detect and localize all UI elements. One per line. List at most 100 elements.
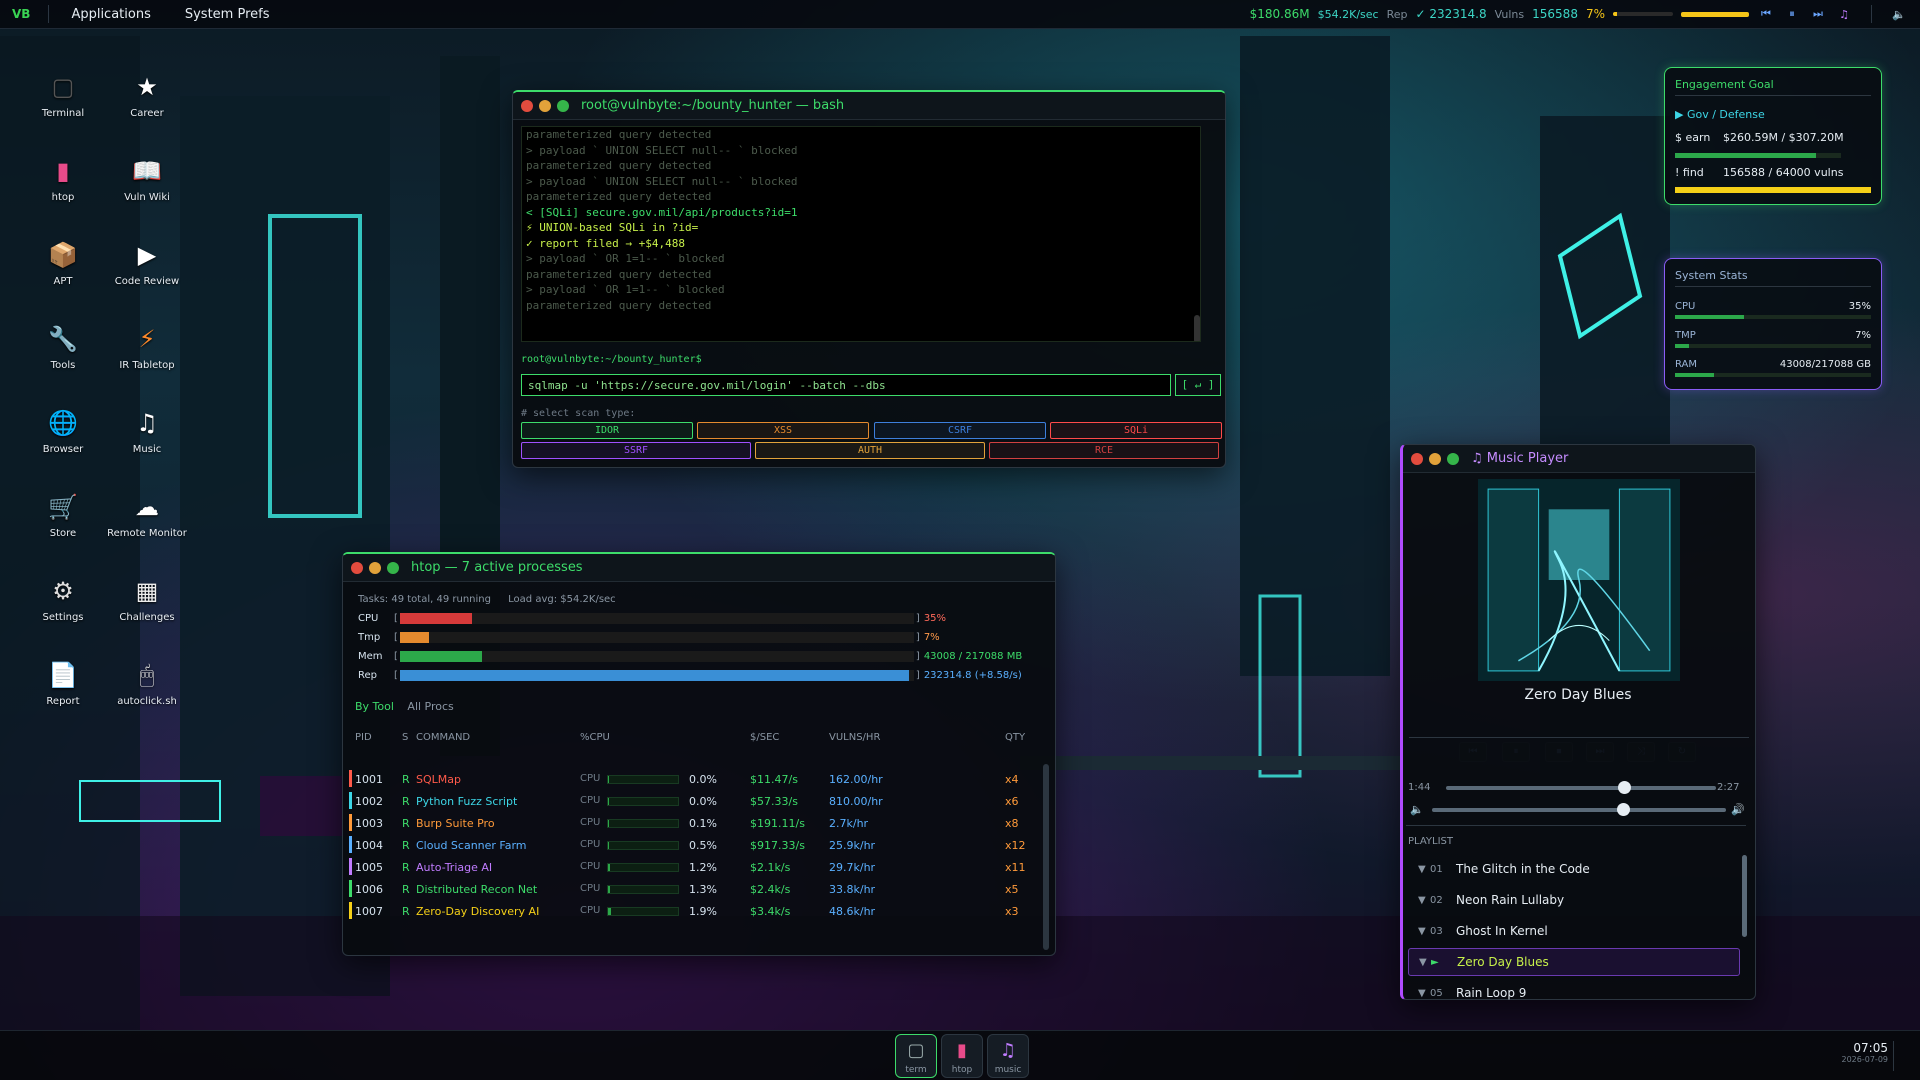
playlist-item[interactable]: ▼ 05 Rain Loop 9 <box>1408 979 1740 1007</box>
desktop-icon-terminal[interactable]: ▢ Terminal <box>23 70 103 119</box>
next-track-icon[interactable]: ⏭ <box>1809 6 1827 22</box>
cpu-fill <box>608 842 610 849</box>
pause-icon[interactable]: ⏸ <box>1783 6 1801 22</box>
scan-type-sqli-button[interactable]: SQLi <box>1050 422 1222 439</box>
desktop-icon-store[interactable]: 🛒 Store <box>23 490 103 539</box>
table-row[interactable]: 1001 R SQLMap CPU 0.0% $11.47/s 162.00/hr x4 <box>349 768 1043 790</box>
mouse-icon: 🖱 <box>139 661 155 689</box>
desktop-icon-htop[interactable]: ▮ htop <box>23 154 103 203</box>
desktop-icon-code-review[interactable]: ▶ Code Review <box>107 238 187 287</box>
desktop-icon-tools[interactable]: 🔧 Tools <box>23 322 103 371</box>
col-command[interactable]: COMMAND <box>416 732 470 743</box>
process-state: R <box>402 773 410 786</box>
col-vulns[interactable]: VULNS/HR <box>829 732 880 743</box>
playlist-item[interactable]: ▼ 01 The Glitch in the Code <box>1408 855 1740 883</box>
terminal-titlebar[interactable]: root@vulnbyte:~/bounty_hunter — bash <box>513 92 1225 120</box>
maximize-button[interactable] <box>387 561 399 574</box>
playlist-item[interactable]: ▼ ► Zero Day Blues <box>1408 948 1740 976</box>
run-button[interactable]: [ ↵ ] <box>1175 374 1221 396</box>
col-qty[interactable]: QTY <box>1005 732 1025 743</box>
table-row[interactable]: 1002 R Python Fuzz Script CPU 0.0% $57.33/s 81… <box>349 790 1043 812</box>
cpu-fill <box>608 820 609 827</box>
close-button[interactable] <box>351 561 363 574</box>
chevron-down-icon[interactable]: ▼ <box>1409 957 1427 968</box>
volume-knob[interactable] <box>1617 803 1631 816</box>
col-sec[interactable]: $/SEC <box>750 732 779 743</box>
chevron-down-icon[interactable]: ▼ <box>1408 895 1426 906</box>
dock-music[interactable]: ♫ music <box>987 1034 1029 1078</box>
table-row[interactable]: 1005 R Auto-Triage AI CPU 1.2% $2.1k/s 29.7k/h… <box>349 856 1043 878</box>
process-vulns: 48.6k/hr <box>829 905 876 918</box>
desktop-icon-apt[interactable]: 📦 APT <box>23 238 103 287</box>
chevron-down-icon[interactable]: ▼ <box>1408 864 1426 875</box>
scan-type-rce-button[interactable]: RCE <box>989 442 1219 459</box>
htop-titlebar[interactable]: htop — 7 active processes <box>343 554 1055 582</box>
minimize-button[interactable] <box>1429 452 1441 465</box>
track-title: Rain Loop 9 <box>1456 986 1527 1000</box>
dock-htop[interactable]: ▮ htop <box>941 1034 983 1078</box>
desktop-icon-challenges[interactable]: ▦ Challenges <box>107 574 187 623</box>
scan-type-ssrf-button[interactable]: SSRF <box>521 442 751 459</box>
tab-all-procs[interactable]: All Procs <box>407 700 453 713</box>
tab-by-tool[interactable]: By Tool <box>355 700 394 713</box>
desktop-icon-vuln-wiki[interactable]: 📖 Vuln Wiki <box>107 154 187 203</box>
close-button[interactable] <box>1411 452 1423 465</box>
desktop-icon-label: Browser <box>42 444 84 455</box>
close-button[interactable] <box>521 99 533 112</box>
table-row[interactable]: 1004 R Cloud Scanner Farm CPU 0.5% $917.33/s 2… <box>349 834 1043 856</box>
table-row[interactable]: 1006 R Distributed Recon Net CPU 1.3% $2.4k/s… <box>349 878 1043 900</box>
desktop-icon-report[interactable]: 📄 Report <box>23 658 103 707</box>
process-command: Zero-Day Discovery AI <box>416 905 540 918</box>
desktop-icon-music[interactable]: ♫ Music <box>107 406 187 455</box>
desktop-icon-autoclick-sh[interactable]: 🖱 autoclick.sh <box>107 658 187 707</box>
menu-system-prefs[interactable]: System Prefs <box>173 7 292 22</box>
desktop-icon-ir-tabletop[interactable]: ⚡ IR Tabletop <box>107 322 187 371</box>
desktop-icon-career[interactable]: ★ Career <box>107 70 187 119</box>
playlist-item[interactable]: ▼ 03 Ghost In Kernel <box>1408 917 1740 945</box>
maximize-button[interactable] <box>1447 452 1459 465</box>
music-note-icon[interactable]: ♫ <box>1835 6 1853 22</box>
terminal-output[interactable]: parameterized query detected > payload ` … <box>521 126 1201 342</box>
meter-value: 35% <box>923 612 947 624</box>
music-titlebar[interactable]: ♫ Music Player <box>1403 445 1755 473</box>
document-icon: 📄 <box>48 661 78 689</box>
desktop-icon-label: IR Tabletop <box>119 360 175 371</box>
volume-slider[interactable] <box>1432 803 1726 816</box>
stat-bar <box>1675 373 1871 377</box>
task-summary: Tasks: 49 total, 49 running Load avg: $5… <box>358 594 616 605</box>
col-pid[interactable]: PID <box>355 732 372 743</box>
scan-type-csrf-button[interactable]: CSRF <box>874 422 1046 439</box>
scan-type-xss-button[interactable]: XSS <box>697 422 869 439</box>
desktop-icon-remote-monitor[interactable]: ☁ Remote Monitor <box>107 490 187 539</box>
app-logo[interactable]: VB <box>0 7 38 21</box>
command-input[interactable]: sqlmap -u 'https://secure.gov.mil/login'… <box>521 374 1171 396</box>
htop-scrollbar[interactable] <box>1043 764 1049 950</box>
volume-icon[interactable]: 🔈 <box>1890 6 1908 22</box>
cloud-icon: ☁ <box>135 493 159 521</box>
process-qty: x11 <box>1005 861 1026 874</box>
scan-type-auth-button[interactable]: AUTH <box>755 442 985 459</box>
minimize-button[interactable] <box>539 99 551 112</box>
scan-type-idor-button[interactable]: IDOR <box>521 422 693 439</box>
chevron-down-icon[interactable]: ▼ <box>1408 988 1426 999</box>
terminal-scrollbar[interactable] <box>1194 315 1200 341</box>
process-color-bar <box>349 902 352 919</box>
play-icon: ▶ <box>137 241 157 269</box>
minimize-button[interactable] <box>369 561 381 574</box>
table-row[interactable]: 1003 R Burp Suite Pro CPU 0.1% $191.11/s 2.7k/… <box>349 812 1043 834</box>
col-cpu[interactable]: %CPU <box>580 732 610 743</box>
desktop-icon-browser[interactable]: 🌐 Browser <box>23 406 103 455</box>
col-state[interactable]: S <box>402 732 408 743</box>
playlist-scrollbar[interactable] <box>1742 855 1747 937</box>
desktop-icon-settings[interactable]: ⚙ Settings <box>23 574 103 623</box>
table-row[interactable]: 1007 R Zero-Day Discovery AI CPU 1.9% $3.4k/s… <box>349 900 1043 922</box>
prev-track-icon[interactable]: ⏮ <box>1757 6 1775 22</box>
volume-low-icon: 🔈 <box>1410 803 1424 816</box>
playlist-item[interactable]: ▼ 02 Neon Rain Lullaby <box>1408 886 1740 914</box>
menu-applications[interactable]: Applications <box>59 7 172 22</box>
dock-term[interactable]: ▢ term <box>895 1034 937 1078</box>
chevron-down-icon[interactable]: ▼ <box>1408 926 1426 937</box>
maximize-button[interactable] <box>557 99 569 112</box>
process-cpu: 0.0% <box>689 773 717 786</box>
seek-bar[interactable] <box>1446 781 1716 794</box>
